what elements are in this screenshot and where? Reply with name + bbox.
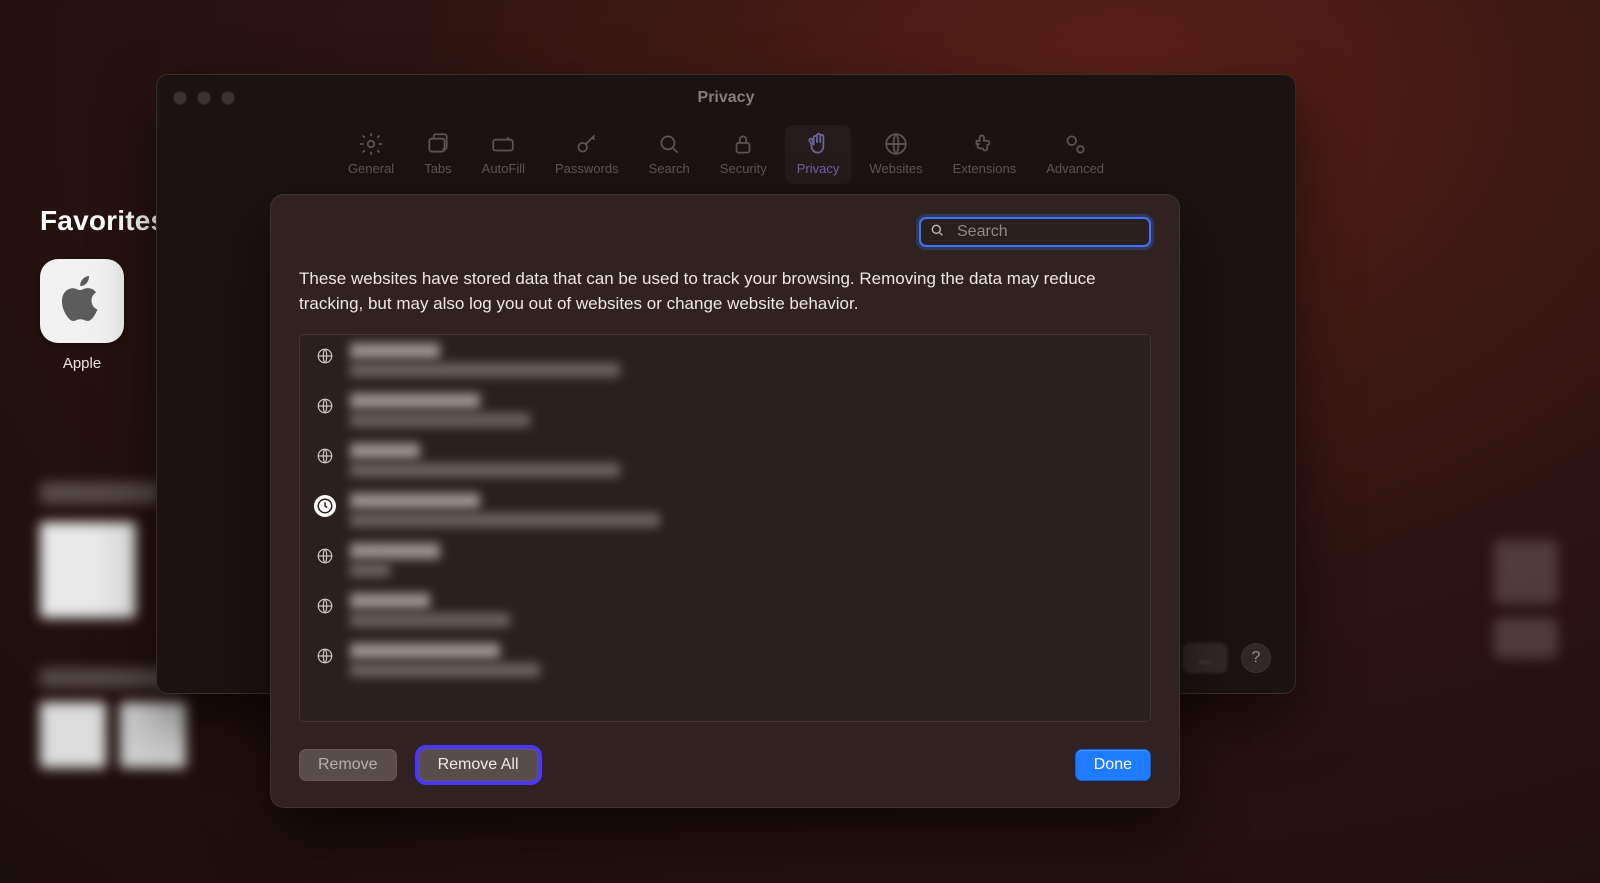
globe-icon: [314, 595, 336, 617]
done-button[interactable]: Done: [1075, 749, 1151, 781]
search-icon: [656, 131, 682, 157]
remove-button[interactable]: Remove: [299, 749, 397, 781]
gears-icon: [1062, 131, 1088, 157]
sheet-description: These websites have stored data that can…: [299, 267, 1151, 316]
tabs-icon: [425, 131, 451, 157]
tab-passwords[interactable]: Passwords: [543, 125, 631, 184]
hand-icon: [805, 131, 831, 157]
tab-extensions[interactable]: Extensions: [941, 125, 1029, 184]
key-icon: [574, 131, 600, 157]
website-data-row[interactable]: [300, 535, 1150, 585]
search-wrap: [919, 217, 1151, 247]
preferences-footer: … ?: [1183, 643, 1271, 673]
search-icon: [929, 222, 945, 243]
globe-icon: [314, 545, 336, 567]
globe-icon: [883, 131, 909, 157]
website-data-sheet: These websites have stored data that can…: [270, 194, 1180, 808]
tab-privacy[interactable]: Privacy: [785, 125, 852, 184]
website-data-row[interactable]: [300, 335, 1150, 385]
preferences-title: Privacy: [157, 89, 1295, 107]
pencil-icon: [490, 131, 516, 157]
website-data-text: [350, 643, 540, 677]
website-data-row[interactable]: [300, 435, 1150, 485]
website-data-row[interactable]: [300, 585, 1150, 635]
remove-all-button[interactable]: Remove All: [419, 749, 538, 781]
tab-tabs[interactable]: Tabs: [412, 125, 463, 184]
clock-icon: [314, 495, 336, 517]
tab-websites[interactable]: Websites: [857, 125, 934, 184]
tab-advanced[interactable]: Advanced: [1034, 125, 1116, 184]
website-data-text: [350, 343, 620, 377]
website-data-text: [350, 543, 440, 577]
sheet-buttons: Remove Remove All Done: [299, 749, 1151, 781]
search-input[interactable]: [957, 223, 1164, 241]
website-data-row[interactable]: [300, 485, 1150, 535]
search-box[interactable]: [919, 217, 1151, 247]
globe-icon: [314, 645, 336, 667]
tab-autofill[interactable]: AutoFill: [470, 125, 537, 184]
website-data-text: [350, 493, 660, 527]
lock-icon: [730, 131, 756, 157]
preferences-toolbar: General Tabs AutoFill Passwords Search S…: [157, 119, 1295, 196]
apple-logo-icon: [56, 273, 108, 330]
tab-general[interactable]: General: [336, 125, 406, 184]
website-data-list[interactable]: [299, 334, 1151, 722]
tab-security[interactable]: Security: [708, 125, 779, 184]
website-data-text: [350, 593, 510, 627]
website-data-row[interactable]: [300, 635, 1150, 685]
favorite-tile-apple[interactable]: [40, 259, 124, 343]
website-data-text: [350, 443, 620, 477]
details-button[interactable]: …: [1183, 643, 1227, 673]
help-button[interactable]: ?: [1241, 643, 1271, 673]
globe-icon: [314, 345, 336, 367]
gear-icon: [358, 131, 384, 157]
puzzle-icon: [971, 131, 997, 157]
website-data-text: [350, 393, 530, 427]
website-data-row[interactable]: [300, 385, 1150, 435]
globe-icon: [314, 395, 336, 417]
globe-icon: [314, 445, 336, 467]
tab-search[interactable]: Search: [637, 125, 702, 184]
favorite-label-apple: Apple: [40, 355, 124, 372]
